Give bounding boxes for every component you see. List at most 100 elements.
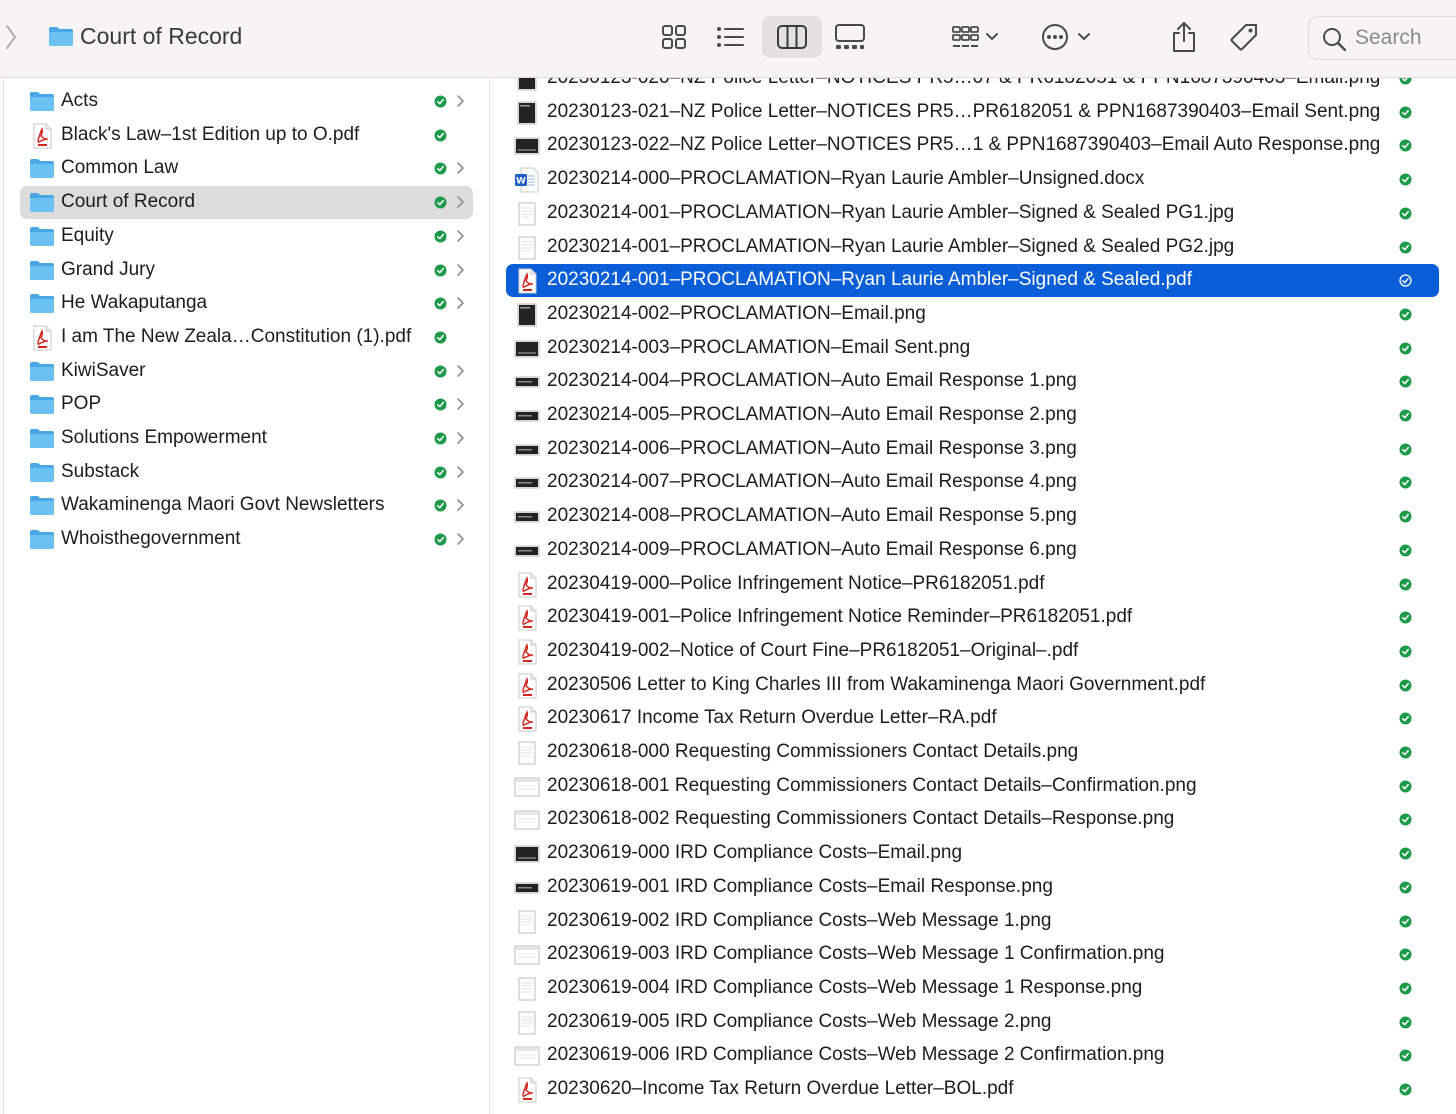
- file-row[interactable]: 20230620–Income Tax Return Overdue Lette…: [506, 1073, 1439, 1106]
- file-row[interactable]: W 20230214-000–PROCLAMATION–Ryan Laurie A…: [506, 163, 1439, 196]
- file-row[interactable]: 20230618-000 Requesting Commissioners Co…: [506, 736, 1439, 769]
- sidebar-item-wakaminenga-maori-govt-newsletters[interactable]: Wakaminenga Maori Govt Newsletters: [20, 489, 473, 522]
- sidebar-item-label: Court of Record: [61, 191, 196, 213]
- file-row[interactable]: 20230214-004–PROCLAMATION–Auto Email Res…: [506, 365, 1439, 398]
- file-row[interactable]: 20230214-009–PROCLAMATION–Auto Email Res…: [506, 534, 1439, 567]
- image-file-icon: [514, 538, 540, 564]
- file-row[interactable]: 20230214-001–PROCLAMATION–Ryan Laurie Am…: [506, 264, 1439, 298]
- synced-status-icon: [1399, 409, 1412, 427]
- sidebar-item-i-am-the-new-zeala-constitution-1-pdf[interactable]: I am The New Zeala…Constitution (1).pdf: [20, 321, 473, 354]
- synced-status-icon: [434, 162, 447, 180]
- file-row[interactable]: 20230214-001–PROCLAMATION–Ryan Laurie Am…: [506, 197, 1439, 230]
- file-row[interactable]: 20230214-007–PROCLAMATION–Auto Email Res…: [506, 466, 1439, 499]
- file-row[interactable]: 20230214-006–PROCLAMATION–Auto Email Res…: [506, 433, 1439, 466]
- image-file-icon: [514, 1043, 540, 1069]
- column-view-button[interactable]: [762, 16, 822, 58]
- image-file-icon: [514, 403, 540, 429]
- list-view-button[interactable]: [706, 16, 754, 58]
- file-row[interactable]: 20230618-001 Requesting Commissioners Co…: [506, 770, 1439, 803]
- file-row[interactable]: 20230619-006 IRD Compliance Costs–Web Me…: [506, 1039, 1439, 1072]
- search-field[interactable]: Search: [1308, 16, 1456, 60]
- file-row[interactable]: 20230506 Letter to King Charles III from…: [506, 669, 1439, 702]
- sidebar-item-kiwisaver[interactable]: KiwiSaver: [20, 355, 473, 388]
- chevron-right-icon: [456, 161, 465, 180]
- synced-status-icon: [1399, 645, 1412, 663]
- file-row[interactable]: 20230617 Income Tax Return Overdue Lette…: [506, 702, 1439, 735]
- synced-status-icon: [434, 297, 447, 315]
- image-file-icon: [514, 336, 540, 362]
- share-button[interactable]: [1162, 16, 1206, 58]
- sidebar-item-substack[interactable]: Substack: [20, 456, 473, 489]
- sidebar-item-solutions-empowerment[interactable]: Solutions Empowerment: [20, 422, 473, 455]
- sidebar-item-pop[interactable]: POP: [20, 388, 473, 421]
- file-name: 20230214-001–PROCLAMATION–Ryan Laurie Am…: [547, 235, 1235, 257]
- file-row[interactable]: 20230619-004 IRD Compliance Costs–Web Me…: [506, 972, 1439, 1005]
- synced-status-icon: [434, 196, 447, 214]
- sidebar-item-black-s-law-1st-edition-up-to-o-pdf[interactable]: Black's Law–1st Edition up to O.pdf: [20, 119, 473, 152]
- file-row[interactable]: 20230123-022–NZ Police Letter–NOTICES PR…: [506, 129, 1439, 162]
- sidebar-item-whoisthegovernment[interactable]: Whoisthegovernment: [20, 523, 473, 556]
- sidebar-item-acts[interactable]: Acts: [20, 85, 473, 118]
- file-row[interactable]: 20230214-001–PROCLAMATION–Ryan Laurie Am…: [506, 231, 1439, 264]
- file-row[interactable]: 20230123-020–NZ Police Letter–NOTICES PR…: [506, 78, 1439, 95]
- file-list-column[interactable]: 20230123-020–NZ Police Letter–NOTICES PR…: [490, 78, 1456, 1114]
- sidebar-item-common-law[interactable]: Common Law: [20, 152, 473, 185]
- file-row[interactable]: 20230619-000 IRD Compliance Costs–Email.…: [506, 837, 1439, 870]
- synced-status-icon: [1399, 780, 1412, 798]
- columns-icon: [777, 25, 807, 49]
- folder-icon: [29, 359, 55, 383]
- action-button[interactable]: [1034, 16, 1096, 58]
- sidebar-item-label: Wakaminenga Maori Govt Newsletters: [61, 494, 385, 516]
- file-row[interactable]: 20230214-002–PROCLAMATION–Email.png: [506, 298, 1439, 331]
- synced-status-icon: [434, 499, 447, 517]
- synced-status-icon: [1399, 813, 1412, 831]
- file-row[interactable]: 20230619-002 IRD Compliance Costs–Web Me…: [506, 905, 1439, 938]
- sidebar-item-court-of-record[interactable]: Court of Record: [20, 186, 473, 220]
- chevron-right-icon: [456, 94, 465, 113]
- column-divider: [3, 78, 4, 1114]
- synced-status-icon: [434, 466, 447, 484]
- file-name: 20230123-021–NZ Police Letter–NOTICES PR…: [547, 100, 1381, 122]
- file-row[interactable]: 20230619-005 IRD Compliance Costs–Web Me…: [506, 1006, 1439, 1039]
- ellipsis-circle-icon: [1042, 24, 1090, 50]
- image-file-icon: [514, 369, 540, 395]
- sidebar-item-he-wakaputanga[interactable]: He Wakaputanga: [20, 287, 473, 320]
- file-row[interactable]: 20230419-002–Notice of Court Fine–PR6182…: [506, 635, 1439, 668]
- file-name: 20230619-005 IRD Compliance Costs–Web Me…: [547, 1010, 1052, 1032]
- file-row[interactable]: 20230123-021–NZ Police Letter–NOTICES PR…: [506, 96, 1439, 129]
- gallery-view-button[interactable]: [826, 16, 874, 58]
- parent-folder-column[interactable]: Acts Black's Law–1st Edition up to O.pdf C…: [0, 78, 490, 1114]
- pdf-file-icon: [29, 325, 55, 351]
- synced-status-icon: [1399, 510, 1412, 528]
- file-row[interactable]: 20230214-005–PROCLAMATION–Auto Email Res…: [506, 399, 1439, 432]
- image-file-icon: [514, 470, 540, 496]
- folder-icon: [29, 89, 55, 113]
- back-button[interactable]: [4, 24, 18, 50]
- folder-icon: [29, 460, 55, 484]
- file-row[interactable]: 20230214-003–PROCLAMATION–Email Sent.png: [506, 332, 1439, 365]
- pdf-file-icon: [29, 123, 55, 149]
- synced-status-icon: [1399, 308, 1412, 326]
- image-file-icon: [514, 807, 540, 833]
- file-row[interactable]: 20230619-001 IRD Compliance Costs–Email …: [506, 871, 1439, 904]
- icon-view-button[interactable]: [650, 16, 698, 58]
- image-file-icon: [514, 235, 540, 261]
- synced-status-icon: [434, 264, 447, 282]
- chevron-right-icon: [456, 431, 465, 450]
- group-button[interactable]: [944, 16, 1006, 58]
- file-row[interactable]: 20230419-001–Police Infringement Notice …: [506, 601, 1439, 634]
- synced-status-icon: [1399, 847, 1412, 865]
- tags-button[interactable]: [1222, 16, 1266, 58]
- file-row[interactable]: 20230618-002 Requesting Commissioners Co…: [506, 803, 1439, 836]
- file-name: 20230619-004 IRD Compliance Costs–Web Me…: [547, 976, 1143, 998]
- sidebar-item-grand-jury[interactable]: Grand Jury: [20, 254, 473, 287]
- file-row[interactable]: 20230619-003 IRD Compliance Costs–Web Me…: [506, 938, 1439, 971]
- file-row[interactable]: 20230419-000–Police Infringement Notice–…: [506, 568, 1439, 601]
- synced-status-icon: [434, 95, 447, 113]
- sidebar-item-equity[interactable]: Equity: [20, 220, 473, 253]
- chevron-right-icon: [456, 263, 465, 282]
- image-file-icon: [514, 976, 540, 1002]
- sidebar-item-label: Whoisthegovernment: [61, 528, 241, 550]
- file-row[interactable]: 20230214-008–PROCLAMATION–Auto Email Res…: [506, 500, 1439, 533]
- pdf-file-icon: [514, 572, 540, 598]
